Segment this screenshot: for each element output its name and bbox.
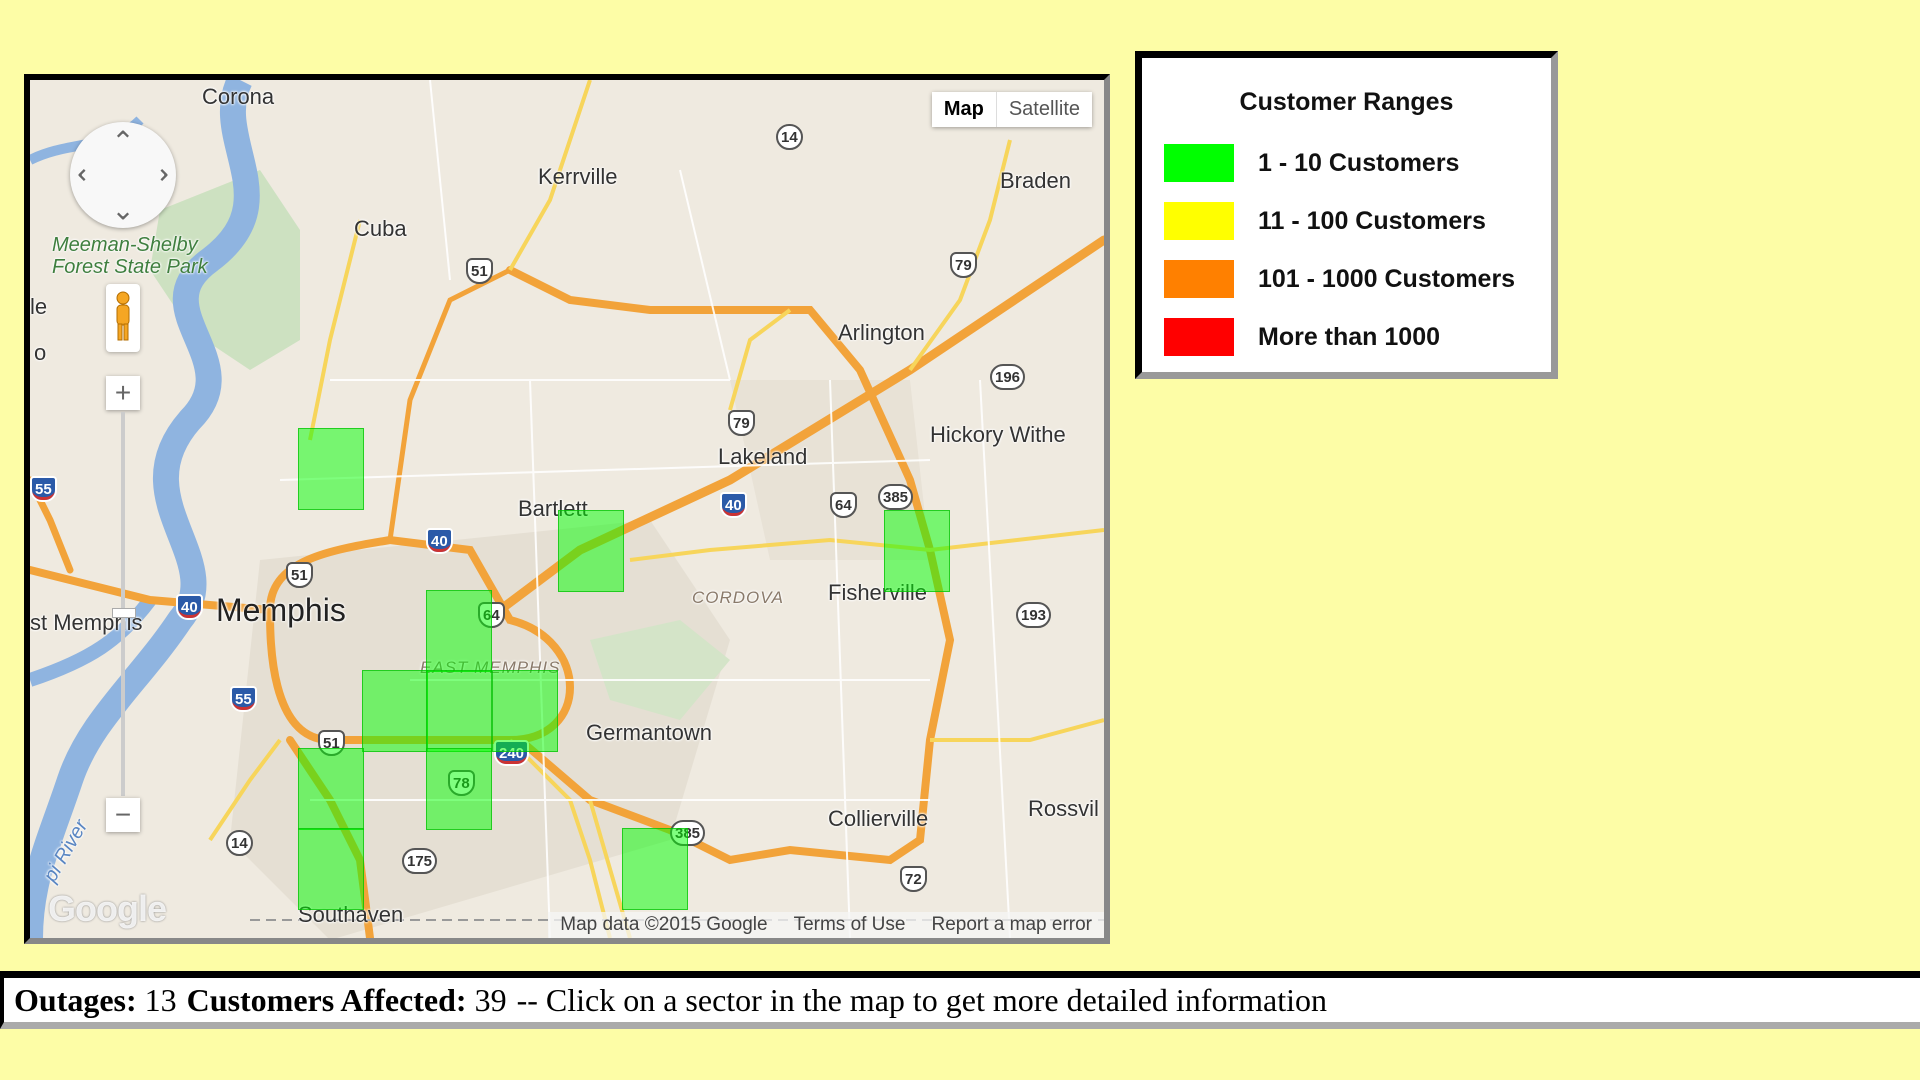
outage-sector[interactable] — [426, 748, 492, 830]
outage-sector[interactable] — [492, 670, 558, 752]
outage-sector[interactable] — [298, 748, 364, 830]
place-label-lakeland: Lakeland — [718, 444, 808, 469]
route-shield-51: 51 — [466, 258, 493, 284]
route-shield-14: 14 — [776, 124, 803, 150]
route-shield-175: 175 — [402, 848, 438, 874]
legend-swatch-red — [1164, 318, 1234, 356]
route-shield-196: 196 — [990, 364, 1026, 390]
place-label-rossville: Rossvil — [1028, 796, 1099, 821]
outage-sector[interactable] — [426, 590, 492, 672]
outage-sector[interactable] — [558, 510, 624, 592]
pan-up-icon[interactable]: ⌃ — [106, 124, 140, 158]
legend-swatch-green — [1164, 144, 1234, 182]
outage-sector[interactable] — [298, 828, 364, 910]
report-map-error-link[interactable]: Report a map error — [931, 914, 1092, 936]
route-shield-79: 79 — [950, 252, 977, 278]
outage-sector[interactable] — [298, 428, 364, 510]
route-shield-72: 72 — [900, 866, 927, 892]
place-label-corona: Corona — [202, 84, 275, 109]
terms-of-use-link[interactable]: Terms of Use — [794, 914, 906, 936]
place-label-partial-le: le — [30, 294, 48, 319]
place-label-cuba: Cuba — [354, 216, 407, 241]
zoom-out-button[interactable]: − — [106, 798, 140, 832]
map-attribution-bar: Map data ©2015 Google Terms of Use Repor… — [548, 912, 1104, 938]
map-type-satellite-button[interactable]: Satellite — [996, 92, 1092, 127]
legend-item: 1 - 10 Customers — [1164, 144, 1459, 182]
pan-control: ⌃ ⌃ ⌃ ⌃ — [70, 122, 176, 228]
map-type-control: Map Satellite — [931, 92, 1092, 127]
map-data-attribution: Map data ©2015 Google — [560, 914, 768, 935]
customers-affected-label: Customers Affected: — [186, 981, 467, 1018]
place-label-partial-o: o — [34, 340, 47, 365]
outage-sector[interactable] — [884, 510, 950, 592]
pan-down-icon[interactable]: ⌃ — [106, 192, 140, 226]
legend-item: 101 - 1000 Customers — [1164, 260, 1515, 298]
customers-affected-count: 39 — [474, 981, 507, 1018]
place-label-braden: Braden — [1000, 168, 1071, 193]
google-logo: Google — [48, 888, 167, 929]
route-shield-i55: 55 — [30, 476, 57, 502]
outage-sector[interactable] — [622, 828, 688, 910]
customer-ranges-legend: Customer Ranges 1 - 10 Customers 11 - 10… — [1135, 51, 1558, 379]
legend-item: More than 1000 — [1164, 318, 1440, 356]
place-label-hickory-withe: Hickory Withe — [930, 422, 1066, 447]
route-shield-14: 14 — [226, 830, 253, 856]
route-shield-i55: 55 — [230, 686, 257, 712]
outage-sector[interactable] — [362, 670, 428, 752]
place-label-arlington: Arlington — [838, 320, 925, 345]
route-shield-64: 64 — [830, 492, 857, 518]
route-shield-51: 51 — [286, 562, 313, 588]
legend-swatch-orange — [1164, 260, 1234, 298]
outage-map[interactable]: Corona Kerrville Braden Cuba Meeman-Shel… — [24, 74, 1110, 944]
place-label-collierville: Collierville — [828, 806, 929, 831]
outages-label: Outages: — [14, 981, 137, 1018]
place-label-cordova: CORDOVA — [692, 588, 785, 607]
outage-sector[interactable] — [426, 670, 492, 752]
place-label-memphis: Memphis — [216, 592, 346, 628]
route-shield-193: 193 — [1016, 602, 1052, 628]
legend-label: 101 - 1000 Customers — [1258, 264, 1516, 293]
status-instruction: -- Click on a sector in the map to get m… — [516, 981, 1327, 1018]
route-shield-79: 79 — [728, 410, 755, 436]
legend-swatch-yellow — [1164, 202, 1234, 240]
legend-label: 11 - 100 Customers — [1258, 206, 1486, 235]
place-label-kerrville: Kerrville — [538, 164, 618, 189]
zoom-slider-handle[interactable] — [112, 608, 136, 618]
route-shield-i40: 40 — [720, 492, 747, 518]
route-shield-i40: 40 — [176, 594, 203, 620]
pan-right-icon[interactable]: ⌃ — [140, 158, 174, 192]
place-label-meeman-shelby-park: Meeman-Shelby Forest State Park — [52, 234, 208, 278]
legend-label: 1 - 10 Customers — [1258, 148, 1460, 177]
zoom-slider-track[interactable] — [121, 412, 125, 796]
street-view-pegman-icon[interactable] — [106, 284, 140, 352]
place-label-germantown: Germantown — [586, 720, 712, 745]
legend-item: 11 - 100 Customers — [1164, 202, 1486, 240]
outage-status-bar: Outages: 13 Customers Affected: 39 -- Cl… — [0, 971, 1920, 1029]
map-type-map-button[interactable]: Map — [931, 92, 997, 127]
route-shield-i40: 40 — [426, 528, 453, 554]
zoom-in-button[interactable]: + — [106, 376, 140, 410]
legend-title: Customer Ranges — [1239, 88, 1454, 116]
legend-label: More than 1000 — [1258, 322, 1441, 351]
outages-count: 13 — [144, 981, 177, 1018]
pan-left-icon[interactable]: ⌃ — [72, 158, 106, 192]
route-shield-385: 385 — [878, 484, 914, 510]
